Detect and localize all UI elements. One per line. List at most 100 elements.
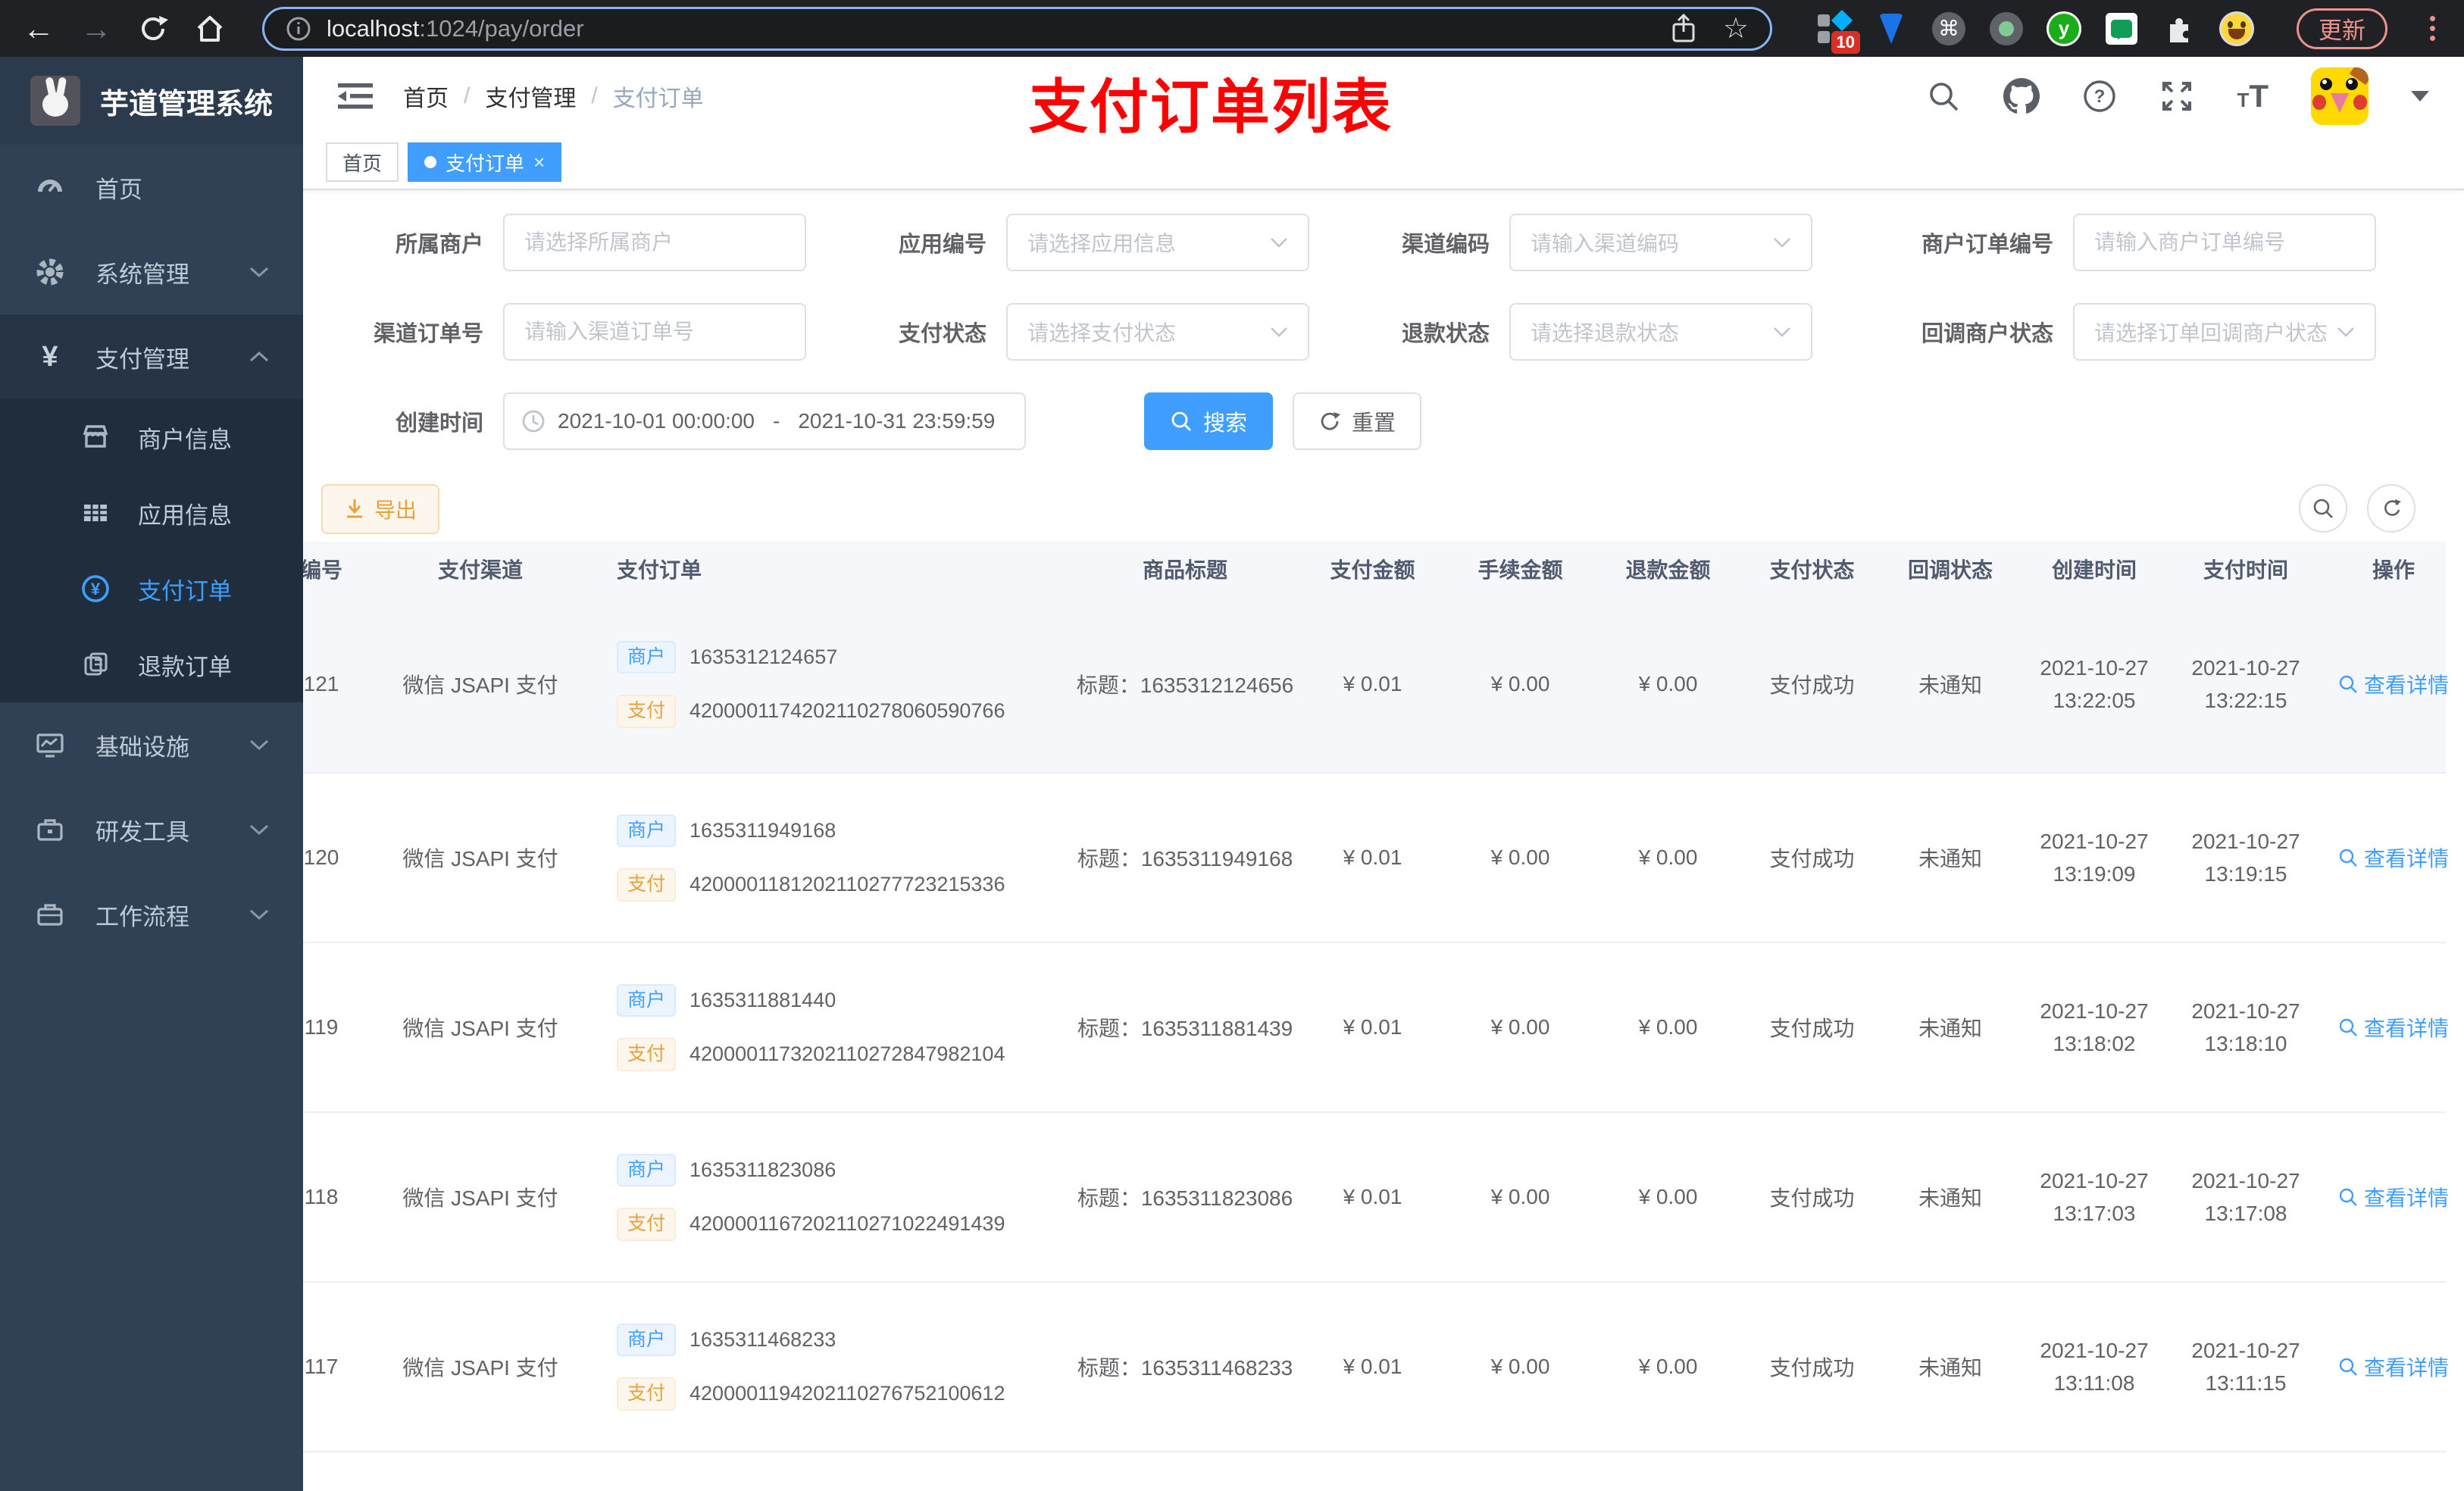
sidebar-subitem-label: 支付订单 xyxy=(138,577,232,605)
filter-merchant-order-no: 商户订单编号 xyxy=(1831,214,2394,271)
tag-home[interactable]: 首页 xyxy=(326,142,399,182)
filter-notify-status: 回调商户状态 请选择订单回调商户状态 xyxy=(1831,303,2394,361)
table-row[interactable]: 120 微信 JSAPI 支付 商户 1635311949168 支付 420000… xyxy=(303,774,2449,943)
table-row[interactable]: 121 微信 JSAPI 支付 商户 1635312124657 支付 420000… xyxy=(303,596,2449,774)
view-detail-link[interactable]: 查看详情 xyxy=(2338,1012,2449,1042)
browser-toolbar: ← → localhost:1024/pay/order ☆ 10 ⌘ y 更新 xyxy=(0,0,2464,57)
extensions-puzzle-icon[interactable] xyxy=(2162,11,2197,46)
browser-update-button[interactable]: 更新 xyxy=(2297,8,2387,49)
sidebar-subitem-label: 商户信息 xyxy=(138,426,232,453)
pay-status-select[interactable]: 请选择支付状态 xyxy=(1006,303,1309,361)
url-text: localhost:1024/pay/order xyxy=(327,14,584,42)
chevron-down-icon xyxy=(249,823,270,836)
search-icon[interactable] xyxy=(1926,79,1961,114)
pay-badge: 支付 xyxy=(617,868,677,902)
app-title: 芋道管理系统 xyxy=(100,88,274,120)
breadcrumb-pay-mgmt[interactable]: 支付管理 xyxy=(485,80,576,113)
page-content: 所属商户 应用编号 请选择应用信息 渠道编码 请输入渠道编码 xyxy=(303,190,2464,1491)
extension-record-icon[interactable] xyxy=(1989,11,2024,46)
collapse-sidebar-icon[interactable] xyxy=(338,81,373,111)
forward-icon[interactable]: → xyxy=(80,12,112,45)
reset-button[interactable]: 重置 xyxy=(1293,392,1422,450)
refund-status-select[interactable]: 请选择退款状态 xyxy=(1509,303,1812,361)
sidebar-item-home[interactable]: 首页 xyxy=(0,145,303,230)
date-start: 2021-10-01 00:00:00 xyxy=(558,409,755,433)
clock-icon xyxy=(521,409,546,433)
breadcrumb-home[interactable]: 首页 xyxy=(403,80,449,113)
refresh-table-button[interactable] xyxy=(2367,484,2416,533)
share-icon[interactable] xyxy=(1670,13,1697,44)
channel-order-no-input[interactable] xyxy=(503,303,806,361)
sidebar-item-dev-tools[interactable]: 研发工具 xyxy=(0,787,303,872)
view-detail-link[interactable]: 查看详情 xyxy=(2338,842,2449,873)
merchant-badge: 商户 xyxy=(617,1153,677,1186)
github-icon[interactable] xyxy=(2003,78,2040,114)
export-button[interactable]: 导出 xyxy=(321,484,440,534)
toggle-search-button[interactable] xyxy=(2299,484,2347,533)
site-info-icon[interactable] xyxy=(286,16,311,42)
tag-pay-order[interactable]: 支付订单 × xyxy=(408,142,562,182)
app-logo-row[interactable]: 芋道管理系统 xyxy=(0,57,303,145)
extension-chat-icon[interactable] xyxy=(2104,11,2139,46)
search-button[interactable]: 搜索 xyxy=(1144,392,1274,450)
fullscreen-icon[interactable] xyxy=(2159,79,2194,114)
filter-pay-status: 支付状态 请选择支付状态 xyxy=(824,303,1327,361)
sidebar-subitem-merchant-info[interactable]: 商户信息 xyxy=(0,399,303,475)
filter-channel-code: 渠道编码 请输入渠道编码 xyxy=(1327,214,1831,271)
view-detail-link[interactable]: 查看详情 xyxy=(2338,669,2449,699)
user-avatar[interactable] xyxy=(2311,67,2369,125)
create-time-range-input[interactable]: 2021-10-01 00:00:00 - 2021-10-31 23:59:5… xyxy=(503,392,1026,450)
gear-icon xyxy=(33,257,67,287)
sidebar-item-system[interactable]: 系统管理 xyxy=(0,230,303,314)
document-copy-icon xyxy=(79,650,112,679)
sidebar-subitem-label: 应用信息 xyxy=(138,502,232,529)
view-detail-link[interactable]: 查看详情 xyxy=(2338,1352,2449,1382)
extension-command-icon[interactable]: ⌘ xyxy=(1931,11,1966,46)
bookmark-star-icon[interactable]: ☆ xyxy=(1723,11,1749,45)
select-caret-icon xyxy=(1270,236,1288,248)
extension-pinned-icon[interactable]: 10 xyxy=(1816,9,1860,54)
channel-code-select[interactable]: 请输入渠道编码 xyxy=(1509,214,1812,271)
avatar-caret-icon[interactable] xyxy=(2411,91,2429,102)
sidebar-item-label: 工作流程 xyxy=(95,903,189,930)
table-row[interactable]: 116 商户1635311151796 xyxy=(303,1452,2446,1491)
sidebar-item-workflow[interactable]: 工作流程 xyxy=(0,872,303,957)
sidebar-item-infrastructure[interactable]: 基础设施 xyxy=(0,702,303,787)
merchant-select[interactable] xyxy=(503,214,806,271)
sidebar-item-label: 首页 xyxy=(95,176,142,203)
sidebar-subitem-pay-order[interactable]: ¥ 支付订单 xyxy=(0,551,303,627)
notify-status-select[interactable]: 请选择订单回调商户状态 xyxy=(2073,303,2376,361)
search-button-icon xyxy=(1170,410,1193,433)
reload-icon[interactable] xyxy=(138,14,168,44)
merchant-order-no-input[interactable] xyxy=(2073,214,2376,271)
app-no-select[interactable]: 请选择应用信息 xyxy=(1006,214,1309,271)
profile-avatar-icon[interactable] xyxy=(2219,11,2254,46)
table-row[interactable]: 118 微信 JSAPI 支付 商户 1635311823086 支付 420000… xyxy=(303,1113,2449,1283)
sidebar-subitem-app-info[interactable]: 应用信息 xyxy=(0,475,303,551)
address-bar[interactable]: localhost:1024/pay/order ☆ xyxy=(262,6,1772,51)
yen-icon: ¥ xyxy=(42,340,58,373)
toolbox-icon xyxy=(33,814,67,845)
svg-text:?: ? xyxy=(2094,86,2106,107)
sidebar-item-payment[interactable]: ¥ 支付管理 xyxy=(0,314,303,399)
pay-badge: 支付 xyxy=(617,695,677,728)
briefcase-icon xyxy=(33,899,67,930)
select-caret-icon xyxy=(1773,236,1791,248)
home-icon[interactable] xyxy=(194,13,226,45)
sidebar-item-label: 基础设施 xyxy=(95,733,189,761)
help-icon[interactable]: ? xyxy=(2082,79,2117,114)
back-icon[interactable]: ← xyxy=(23,12,55,45)
sidebar-item-label: 支付管理 xyxy=(95,345,189,373)
extension-y-icon[interactable]: y xyxy=(2047,11,2081,46)
extension-gem-icon[interactable] xyxy=(1874,11,1909,46)
reset-refresh-icon xyxy=(1318,410,1341,433)
sidebar-subitem-refund-order[interactable]: 退款订单 xyxy=(0,627,303,702)
font-size-icon[interactable]: TT xyxy=(2237,78,2269,114)
close-tag-icon[interactable]: × xyxy=(533,151,545,174)
view-detail-link[interactable]: 查看详情 xyxy=(2338,1182,2449,1212)
browser-menu-icon[interactable] xyxy=(2430,16,2435,41)
filter-refund-status: 退款状态 请选择退款状态 xyxy=(1327,303,1831,361)
table-row[interactable]: 119 微信 JSAPI 支付 商户 1635311881440 支付 420000… xyxy=(303,943,2449,1113)
table-row[interactable]: 117 微信 JSAPI 支付 商户 1635311468233 支付 420000… xyxy=(303,1283,2449,1452)
date-end: 2021-10-31 23:59:59 xyxy=(798,409,996,433)
